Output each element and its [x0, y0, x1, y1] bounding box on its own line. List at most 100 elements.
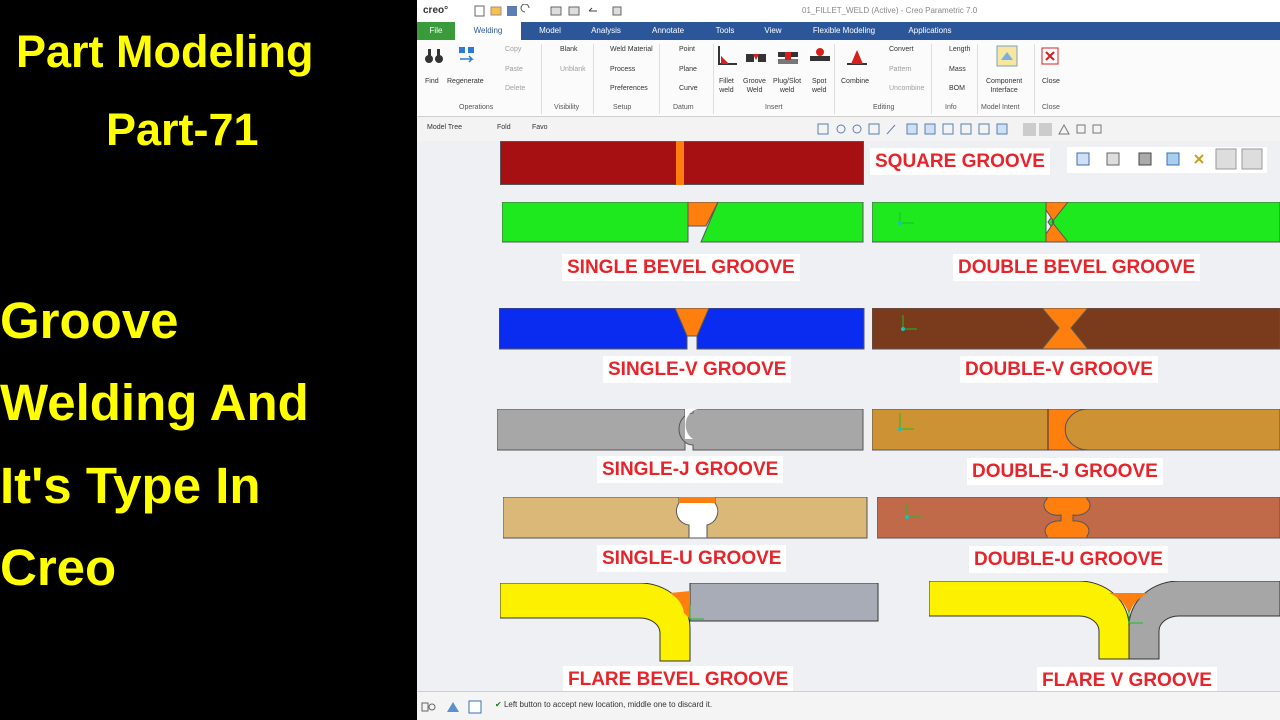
- divider: [713, 44, 714, 114]
- close-icon: [1041, 47, 1059, 65]
- find-button[interactable]: Find: [425, 78, 439, 85]
- flare-v-groove-label: FLARE V GROOVE: [1037, 667, 1217, 691]
- groove-weld-label-2: Weld: [746, 87, 763, 94]
- topic-line2: Welding And: [0, 374, 309, 431]
- regenerate-button[interactable]: Regenerate: [447, 78, 484, 85]
- tab-welding[interactable]: Welding: [455, 22, 521, 40]
- mass-button[interactable]: Mass: [949, 66, 966, 73]
- square-groove-label: SQUARE GROOVE: [870, 148, 1050, 175]
- groove-weld-label-1: Groove: [743, 78, 766, 85]
- bom-button[interactable]: BOM: [949, 85, 965, 92]
- fillet-weld-label-1: Fillet: [719, 78, 734, 85]
- preferences-button[interactable]: Preferences: [610, 85, 648, 92]
- single-u-groove-model: [503, 497, 868, 539]
- process-button[interactable]: Process: [610, 66, 635, 73]
- single-bevel-groove-model: [502, 202, 864, 243]
- double-v-groove-model: [872, 308, 1280, 350]
- single-v-groove-model: [499, 308, 865, 350]
- status-icons[interactable]: [421, 700, 487, 714]
- plane-button[interactable]: Plane: [679, 66, 697, 73]
- tab-folder-browser[interactable]: Fold: [497, 124, 511, 131]
- single-bevel-groove-label: SINGLE BEVEL GROOVE: [562, 254, 800, 281]
- tab-model-tree[interactable]: Model Tree: [427, 124, 462, 131]
- tab-annotate[interactable]: Annotate: [643, 22, 693, 40]
- creo-logo: creo°: [423, 5, 449, 16]
- double-u-groove-model: [877, 497, 1280, 539]
- double-v-groove-label: DOUBLE-V GROOVE: [960, 356, 1158, 383]
- plug-slot-label-2: weld: [779, 87, 795, 94]
- group-label-setup: Setup: [613, 104, 632, 111]
- window-title: 01_FILLET_WELD (Active) - Creo Parametri…: [802, 6, 978, 15]
- single-v-groove-label: SINGLE-V GROOVE: [603, 356, 792, 383]
- combine-icon: [847, 50, 867, 65]
- topic-line1: Groove: [0, 292, 179, 349]
- groove-weld-button[interactable]: Groove Weld: [743, 77, 766, 95]
- series-title-line2: Part-71: [106, 104, 259, 155]
- uncombine-button[interactable]: Uncombine: [889, 85, 924, 92]
- tab-model[interactable]: Model: [527, 22, 573, 40]
- single-j-groove-label: SINGLE-J GROOVE: [597, 456, 784, 483]
- binoculars-icon: [425, 49, 443, 63]
- model-tree-bar: Model Tree Fold Favo: [417, 117, 1280, 142]
- flare-bevel-groove-label: FLARE BEVEL GROOVE: [563, 666, 794, 691]
- group-label-operations: Operations: [459, 104, 494, 111]
- plug-slot-weld-button[interactable]: Plug/Slot weld: [773, 77, 801, 95]
- tab-favorites[interactable]: Favo: [532, 124, 548, 131]
- pattern-button[interactable]: Pattern: [889, 66, 912, 73]
- double-j-groove-label: DOUBLE-J GROOVE: [967, 458, 1163, 485]
- length-button[interactable]: Length: [949, 46, 970, 53]
- tab-view[interactable]: View: [755, 22, 791, 40]
- component-interface-button[interactable]: Component Interface: [986, 77, 1022, 95]
- delete-button[interactable]: Delete: [505, 85, 525, 92]
- point-button[interactable]: Point: [679, 46, 695, 53]
- close-button[interactable]: Close: [1042, 78, 1060, 85]
- group-label-datum: Datum: [673, 104, 694, 111]
- plug-slot-label-1: Plug/Slot: [773, 78, 802, 85]
- creo-window: creo° 01_FILLET_WELD (Active) - Creo Par…: [417, 0, 1280, 720]
- copy-button[interactable]: Copy: [505, 46, 521, 53]
- convert-button[interactable]: Convert: [889, 46, 914, 53]
- tab-flexible-modeling[interactable]: Flexible Modeling: [803, 22, 885, 40]
- graphics-area[interactable]: SQUARE GROOVE SINGLE BEVEL GROOVE DOUBLE…: [417, 141, 1280, 691]
- weld-material-button[interactable]: Weld Material: [610, 46, 653, 53]
- title-bar: creo° 01_FILLET_WELD (Active) - Creo Par…: [417, 0, 1280, 23]
- status-bar: ✔ Left button to accept new location, mi…: [417, 691, 1280, 720]
- flare-v-groove-model: [929, 581, 1280, 660]
- tab-tools[interactable]: Tools: [705, 22, 745, 40]
- group-label-insert: Insert: [765, 104, 783, 111]
- fillet-weld-icon: [718, 46, 737, 65]
- square-groove-weld: [676, 141, 684, 185]
- blank-button[interactable]: Blank: [560, 46, 578, 53]
- tab-analysis[interactable]: Analysis: [581, 22, 631, 40]
- curve-button[interactable]: Curve: [679, 85, 698, 92]
- divider: [931, 44, 932, 114]
- fillet-weld-button[interactable]: Fillet weld: [719, 77, 734, 95]
- tab-file[interactable]: File: [417, 22, 455, 40]
- combine-button[interactable]: Combine: [841, 78, 869, 85]
- tab-applications[interactable]: Applications: [897, 22, 963, 40]
- status-message: ✔ Left button to accept new location, mi…: [495, 700, 712, 709]
- group-label-visibility: Visibility: [554, 104, 580, 111]
- unblank-button[interactable]: Unblank: [560, 66, 586, 73]
- group-label-info: Info: [945, 104, 957, 111]
- ribbon-tab-bar: File Welding Model Analysis Annotate Too…: [417, 22, 1280, 40]
- topic-line4: Creo: [0, 539, 117, 596]
- fillet-weld-label-2: weld: [719, 87, 734, 94]
- spot-weld-label-1: Spot: [812, 78, 827, 85]
- paste-button[interactable]: Paste: [505, 66, 523, 73]
- status-message-text: Left button to accept new location, midd…: [503, 700, 713, 709]
- double-bevel-groove-label: DOUBLE BEVEL GROOVE: [953, 254, 1201, 281]
- double-u-groove-label: DOUBLE-U GROOVE: [969, 546, 1168, 573]
- graphics-toolbar[interactable]: [817, 123, 1117, 137]
- view-toolbar-floating[interactable]: [1067, 147, 1267, 173]
- component-interface-label-1: Component: [986, 78, 1023, 85]
- divider: [1034, 44, 1035, 114]
- group-label-close: Close: [1042, 104, 1060, 111]
- quick-access-icons: [474, 3, 622, 17]
- spot-weld-button[interactable]: Spot weld: [812, 77, 826, 95]
- divider: [541, 44, 542, 114]
- divider: [593, 44, 594, 114]
- series-title-line1: Part Modeling: [16, 26, 314, 77]
- group-label-editing: Editing: [873, 104, 895, 111]
- divider: [659, 44, 660, 114]
